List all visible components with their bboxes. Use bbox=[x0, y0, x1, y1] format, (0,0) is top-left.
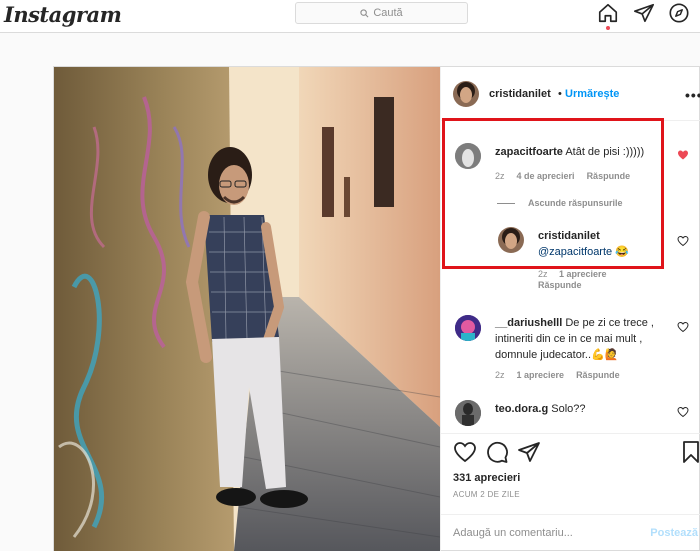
comment-body: Solo?? bbox=[551, 403, 586, 415]
direct-icon[interactable] bbox=[633, 2, 655, 24]
search-icon bbox=[360, 8, 369, 17]
comment-username[interactable]: teo.dora.g bbox=[495, 403, 548, 415]
comment-like-heart-icon[interactable] bbox=[677, 406, 689, 418]
instagram-logo[interactable]: Instagram bbox=[4, 2, 122, 27]
reply-likes[interactable]: 1 apreciere bbox=[559, 269, 607, 279]
comment-emoji: 💪🙋 bbox=[591, 349, 619, 361]
photo-illustration bbox=[54, 67, 440, 551]
like-heart-icon[interactable] bbox=[453, 440, 477, 464]
highlight-box bbox=[442, 118, 664, 269]
post-header: cristidanilet • Urmărește ••• bbox=[441, 67, 700, 121]
notification-dot bbox=[606, 26, 610, 30]
comment-text: teo.dora.g Solo?? bbox=[495, 401, 665, 417]
comment-avatar[interactable] bbox=[455, 315, 481, 341]
top-navigation: Instagram Caută bbox=[0, 0, 700, 33]
author-username[interactable]: cristidanilet bbox=[489, 88, 551, 100]
reply-time[interactable]: 2z bbox=[538, 269, 548, 279]
reply-meta: 2z 1 apreciere Răspunde bbox=[538, 269, 658, 291]
header-separator: • bbox=[558, 88, 562, 100]
explore-icon[interactable] bbox=[668, 2, 690, 24]
bookmark-icon[interactable] bbox=[679, 440, 700, 464]
search-placeholder: Caută bbox=[373, 7, 403, 19]
home-icon[interactable] bbox=[597, 2, 619, 24]
comment-meta: 2z 1 apreciere Răspunde bbox=[495, 370, 620, 380]
comment-like-heart-icon[interactable] bbox=[677, 149, 689, 161]
author-avatar[interactable] bbox=[453, 81, 479, 107]
follow-button[interactable]: Urmărește bbox=[565, 88, 619, 100]
comment-bubble-icon[interactable] bbox=[485, 440, 509, 464]
post-date[interactable]: ACUM 2 DE ZILE bbox=[453, 490, 520, 499]
post-actions: 331 aprecieri ACUM 2 DE ZILE Adaugă un c… bbox=[441, 433, 700, 551]
comment-avatar[interactable] bbox=[455, 400, 481, 426]
post-comment-button[interactable]: Postează bbox=[650, 527, 698, 539]
add-comment-input[interactable]: Adaugă un comentariu... bbox=[453, 527, 573, 539]
reply-reply-button[interactable]: Răspunde bbox=[538, 280, 582, 290]
reply-like-heart-icon[interactable] bbox=[677, 235, 689, 247]
post-photo[interactable] bbox=[54, 67, 440, 551]
comment-likes[interactable]: 1 apreciere bbox=[517, 370, 565, 380]
comment-like-heart-icon[interactable] bbox=[677, 321, 689, 333]
comment-text: __dariushelll De pe zi ce trece , intine… bbox=[495, 315, 665, 363]
more-options-icon[interactable]: ••• bbox=[685, 87, 700, 103]
comment-username[interactable]: __dariushelll bbox=[495, 317, 562, 329]
likes-count[interactable]: 331 aprecieri bbox=[453, 472, 520, 484]
add-comment-bar: Adaugă un comentariu... Postează bbox=[441, 514, 700, 551]
reply-button[interactable]: Răspunde bbox=[576, 370, 620, 380]
share-icon[interactable] bbox=[517, 440, 541, 464]
comment-time[interactable]: 2z bbox=[495, 370, 505, 380]
search-input[interactable]: Caută bbox=[295, 2, 468, 24]
